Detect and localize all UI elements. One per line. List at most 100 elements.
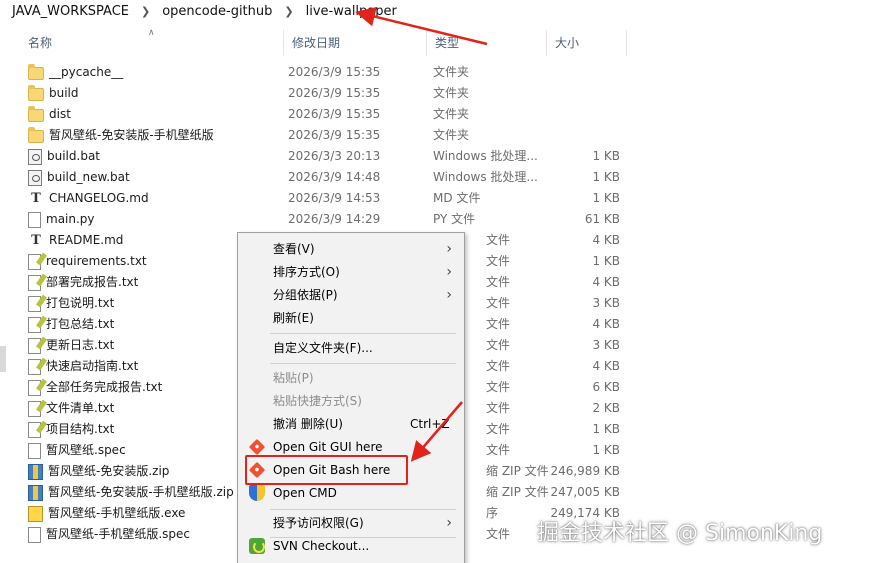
text-file-icon [28,337,41,354]
text-file-icon [28,400,41,417]
file-size: 61 KB [584,212,620,226]
file-size: 247,005 KB [550,485,620,499]
file-name: 暂风壁纸-免安装版-手机壁纸版 [49,128,214,142]
file-type: 文件夹 [433,107,470,121]
file-name: 部署完成报告.txt [46,275,139,289]
file-size: 4 KB [592,317,620,331]
column-header-name[interactable]: 名称 [20,30,284,56]
menu-item-group-by[interactable]: 分组依据(P) › [240,284,462,306]
folder-icon [28,63,44,80]
file-modified-date: 2026/3/9 15:35 [288,86,381,100]
menu-item-label: 排序方式(O) [273,265,340,279]
file-row[interactable]: dist 2026/3/9 15:35 文件夹 [20,104,640,125]
menu-separator [270,363,456,364]
folder-icon [28,126,44,143]
file-name-cell: 暂风壁纸-免安装版-手机壁纸版 [28,125,286,146]
chevron-right-icon[interactable]: ❯ [274,5,303,18]
batch-file-icon [28,148,42,165]
file-modified-date: 2026/3/9 14:29 [288,212,381,226]
menu-item-customize-folder[interactable]: 自定义文件夹(F)... [240,337,462,359]
file-size: 1 KB [592,149,620,163]
file-row[interactable]: build_new.bat 2026/3/9 14:48 Windows 批处理..… [20,167,640,188]
file-type: 文件夹 [433,128,470,142]
menu-item-label: 粘贴快捷方式(S) [273,394,362,408]
menu-item-refresh[interactable]: 刷新(E) [240,307,462,329]
generic-file-icon [28,526,41,543]
file-name-cell: build [28,83,286,104]
menu-item-label: 授予访问权限(G) [273,516,364,530]
menu-item-shortcut: Ctrl+Z [410,417,450,431]
file-name: 快速启动指南.txt [46,359,139,373]
file-name-cell: main.py [28,209,286,230]
file-name: __pycache__ [49,65,124,79]
file-modified-date: 2026/3/3 20:13 [288,149,381,163]
svn-icon [249,538,265,554]
menu-item-label: 自定义文件夹(F)... [273,341,373,355]
file-name: CHANGELOG.md [49,191,149,205]
file-row[interactable]: build 2026/3/9 15:35 文件夹 [20,83,640,104]
file-name: 暂风壁纸-免安装版-手机壁纸版.zip [48,485,234,499]
text-file-icon [28,295,41,312]
generic-file-icon [28,211,41,228]
git-icon [248,438,266,456]
file-name-cell: build.bat [28,146,286,167]
file-type: 文件夹 [433,86,470,100]
zip-file-icon [28,484,43,501]
menu-item-undo-delete[interactable]: 撤消 删除(U) Ctrl+Z [240,413,462,435]
file-name: requirements.txt [46,254,147,268]
file-row[interactable]: 暂风壁纸-免安装版-手机壁纸版 2026/3/9 15:35 文件夹 [20,125,640,146]
submenu-arrow-icon: › [446,287,452,303]
text-file-icon [28,253,41,270]
file-size: 2 KB [592,401,620,415]
menu-item-label: 查看(V) [273,242,315,256]
markdown-file-icon: T [31,232,41,248]
file-name: 暂风壁纸.spec [46,443,126,457]
scroll-edge-handle[interactable] [0,346,6,372]
menu-item-sort-by[interactable]: 排序方式(O) › [240,261,462,283]
menu-item-grant-access[interactable]: 授予访问权限(G) › [240,512,462,534]
file-modified-date: 2026/3/9 14:53 [288,191,381,205]
file-name: 项目结构.txt [46,422,115,436]
column-header-type[interactable]: 类型 [427,30,547,56]
menu-item-svn-checkout[interactable]: SVN Checkout... [240,535,462,557]
chevron-right-icon[interactable]: ❯ [131,5,160,18]
file-name: 更新日志.txt [46,338,115,352]
text-file-icon [28,379,41,396]
menu-item-view[interactable]: 查看(V) › [240,238,462,260]
file-modified-date: 2026/3/9 14:48 [288,170,381,184]
breadcrumb-segment-workspace[interactable]: JAVA_WORKSPACE [10,4,131,19]
exe-file-icon [28,505,43,522]
menu-item-label: SVN Checkout... [273,539,370,553]
breadcrumb-segment-repo[interactable]: opencode-github [160,4,274,19]
column-header-size[interactable]: 大小 [547,30,627,56]
menu-separator [270,333,456,334]
file-size: 1 KB [592,443,620,457]
breadcrumb-segment-current[interactable]: live-wallpaper [304,4,399,19]
file-size: 1 KB [592,422,620,436]
menu-item-label: 分组依据(P) [273,288,338,302]
menu-item-label: 撤消 删除(U) [273,417,343,431]
file-row[interactable]: main.py 2026/3/9 14:29 PY 文件 61 KB [20,209,640,230]
file-name-cell: T CHANGELOG.md [28,188,286,209]
file-row[interactable]: T CHANGELOG.md 2026/3/9 14:53 MD 文件 1 KB [20,188,640,209]
markdown-file-icon: T [31,190,41,206]
file-modified-date: 2026/3/9 15:35 [288,65,381,79]
file-name: 全部任务完成报告.txt [46,380,163,394]
file-size: 1 KB [592,254,620,268]
file-name-cell: __pycache__ [28,62,286,83]
file-row[interactable]: __pycache__ 2026/3/9 15:35 文件夹 [20,62,640,83]
text-file-icon [28,274,41,291]
menu-item-open-cmd[interactable]: Open CMD [240,482,462,504]
menu-item-label: 粘贴(P) [273,371,314,385]
file-name: build_new.bat [47,170,130,184]
zip-file-icon [28,463,43,480]
batch-file-icon [28,169,42,186]
file-row[interactable]: build.bat 2026/3/3 20:13 Windows 批处理... 1 K… [20,146,640,167]
context-menu: 查看(V) › 排序方式(O) › 分组依据(P) › 刷新(E) 自定义文件夹… [237,232,465,563]
file-name: 打包总结.txt [46,317,115,331]
file-name: README.md [49,233,124,247]
folder-icon [28,84,44,101]
menu-separator [270,509,456,510]
column-header-modified[interactable]: 修改日期 [284,30,427,56]
folder-icon [28,105,44,122]
